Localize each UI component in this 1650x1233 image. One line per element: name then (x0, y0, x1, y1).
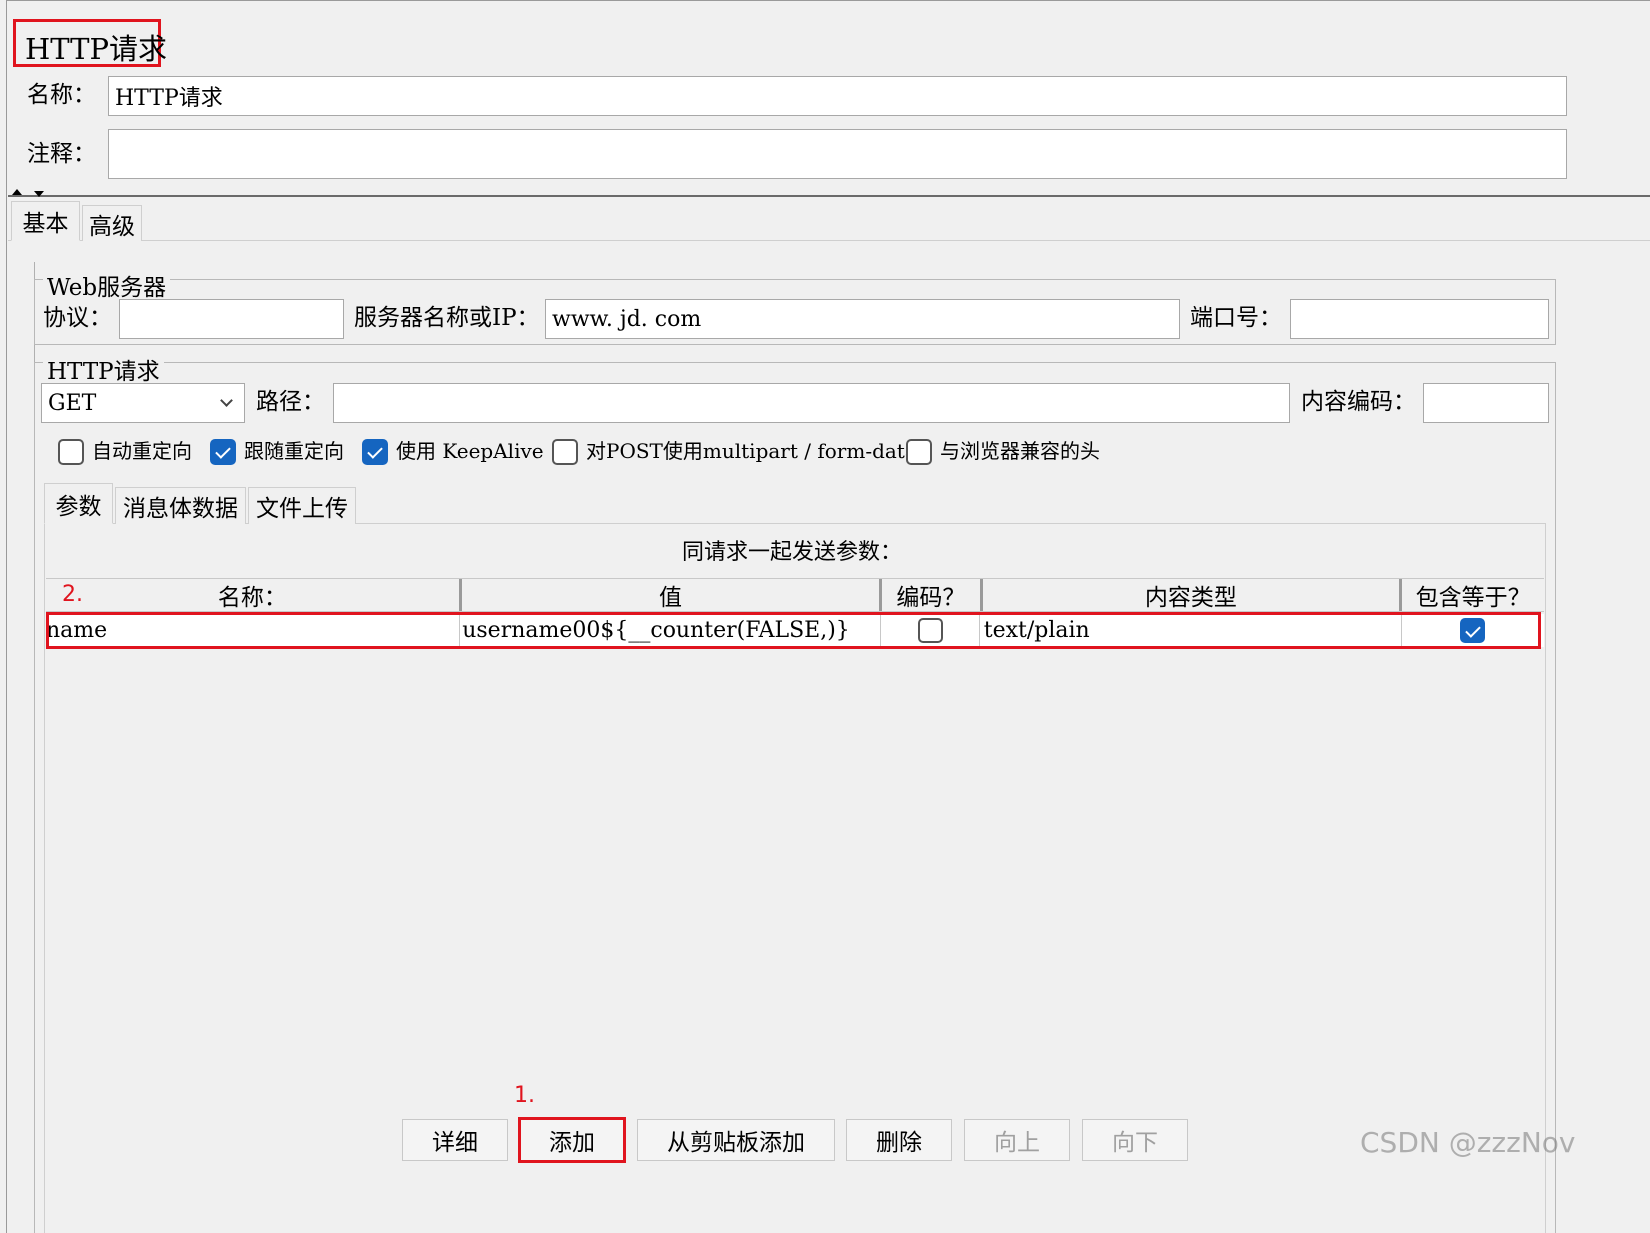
tab-parameters[interactable]: 参数 (44, 483, 113, 524)
follow-redirect-checkbox[interactable] (210, 439, 236, 465)
column-header-value[interactable]: 值 (461, 579, 883, 611)
multipart-checkbox[interactable] (552, 439, 578, 465)
tab-body-data[interactable]: 消息体数据 (115, 487, 246, 524)
column-header-include-equals[interactable]: 包含等于？ (1402, 579, 1545, 611)
browser-headers-checkbox[interactable] (906, 439, 932, 465)
follow-redirect-label: 跟随重定向 (244, 439, 344, 463)
tab-advanced[interactable]: 高级 (82, 205, 142, 241)
web-server-legend: Web服务器 (43, 268, 171, 302)
add-from-clipboard-button[interactable]: 从剪贴板添加 (637, 1119, 835, 1161)
collapse-down-icon[interactable] (34, 191, 44, 197)
auto-redirect-checkbox[interactable] (58, 439, 84, 465)
multipart-label: 对POST使用multipart / form-data (586, 439, 917, 463)
protocol-field[interactable] (119, 299, 344, 339)
params-table-header: 名称： 值 编码？ 内容类型 包含等于？ (46, 578, 1545, 612)
server-field[interactable]: www. jd. com (545, 299, 1180, 339)
auto-redirect-label: 自动重定向 (92, 439, 192, 463)
protocol-label: 协议： (43, 305, 112, 331)
step-2-annotation: 2. (62, 582, 83, 607)
column-header-content-type[interactable]: 内容类型 (982, 579, 1403, 611)
name-label: 名称： (27, 82, 96, 108)
server-label: 服务器名称或IP： (354, 305, 540, 331)
http-request-legend: HTTP请求 (43, 352, 164, 386)
path-label: 路径： (256, 389, 325, 415)
method-select[interactable]: GET (41, 383, 245, 423)
comment-label: 注释： (27, 141, 96, 167)
encoding-label: 内容编码： (1301, 389, 1416, 415)
tab-files-upload[interactable]: 文件上传 (248, 487, 356, 524)
port-label: 端口号： (1190, 305, 1282, 331)
top-tab-strip-line (8, 240, 1650, 241)
column-header-encode[interactable]: 编码？ (882, 579, 983, 611)
browser-headers-label: 与浏览器兼容的头 (940, 439, 1100, 463)
watermark: CSDN @zzzNov (1360, 1126, 1576, 1159)
row-highlight (46, 612, 1541, 649)
collapse-up-icon[interactable] (12, 189, 22, 195)
path-field[interactable] (333, 383, 1290, 423)
params-caption: 同请求一起发送参数： (682, 540, 903, 565)
add-button-highlight (518, 1117, 626, 1163)
move-down-button[interactable]: 向下 (1082, 1119, 1188, 1161)
encoding-field[interactable] (1423, 383, 1549, 423)
keepalive-checkbox[interactable] (362, 439, 388, 465)
comment-field[interactable] (108, 129, 1567, 179)
page-title: HTTP请求 (25, 32, 168, 66)
delete-button[interactable]: 删除 (846, 1119, 952, 1161)
keepalive-label: 使用 KeepAlive (396, 439, 544, 463)
method-value: GET (48, 390, 97, 416)
detail-button[interactable]: 详细 (402, 1119, 508, 1161)
move-up-button[interactable]: 向上 (964, 1119, 1070, 1161)
tab-basic[interactable]: 基本 (11, 201, 80, 241)
column-header-name[interactable]: 名称： (46, 579, 462, 611)
port-field[interactable] (1290, 299, 1549, 339)
step-1-annotation: 1. (514, 1083, 535, 1108)
splitter[interactable] (8, 195, 1650, 197)
name-field[interactable]: HTTP请求 (108, 76, 1567, 116)
